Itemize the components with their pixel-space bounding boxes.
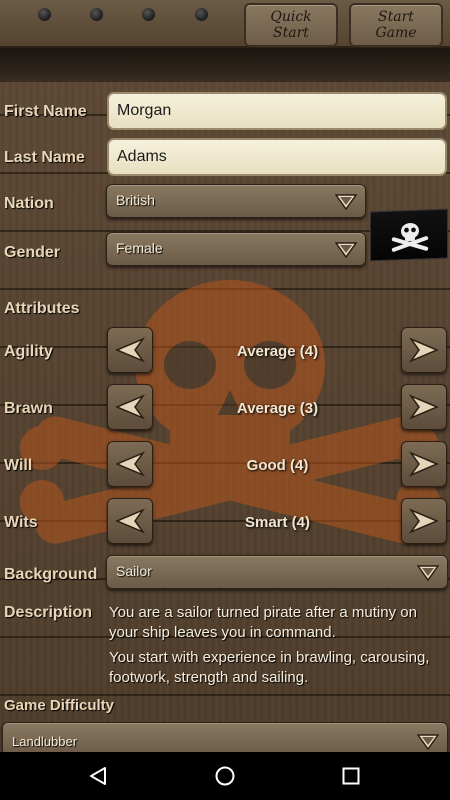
game-difficulty-label: Game Difficulty [4, 697, 115, 714]
wits-decrease-button[interactable] [107, 498, 153, 544]
attribute-value: Average (3) [236, 400, 319, 417]
left-arrow-icon [115, 451, 145, 477]
brawn-decrease-button[interactable] [107, 384, 153, 430]
left-arrow-icon [115, 394, 145, 420]
attribute-value: Good (4) [246, 457, 309, 474]
attribute-label: Agility [4, 343, 53, 360]
background-selected: Sailor [116, 563, 152, 579]
agility-increase-button[interactable] [401, 327, 447, 373]
will-increase-button[interactable] [401, 441, 447, 487]
game-difficulty-selected: Landlubber [12, 734, 78, 749]
rivet-icon [38, 8, 51, 21]
start-game-label: Start Game [375, 9, 417, 41]
rivet-icon [195, 8, 208, 21]
left-arrow-icon [115, 337, 145, 363]
last-name-field[interactable]: Adams [107, 138, 447, 176]
gender-label: Gender [4, 244, 61, 261]
nation-selected: British [116, 192, 155, 208]
game-difficulty-dropdown[interactable]: Landlubber [2, 722, 448, 752]
top-toolbar: Quick Start Start Game [0, 0, 450, 48]
start-game-button[interactable]: Start Game [349, 3, 443, 47]
rivet-icon [142, 8, 155, 21]
description-paragraph-2: You start with experience in brawling, c… [109, 649, 430, 686]
jolly-roger-flag-icon [370, 208, 448, 262]
recents-icon[interactable] [339, 764, 363, 788]
gender-selected: Female [116, 240, 163, 256]
attribute-value: Average (4) [236, 343, 319, 360]
gender-dropdown[interactable]: Female [106, 232, 366, 266]
wits-increase-button[interactable] [401, 498, 447, 544]
nation-label: Nation [4, 195, 54, 212]
last-name-label: Last Name [4, 149, 85, 166]
background-label: Background [4, 566, 98, 583]
nation-dropdown[interactable]: British [106, 184, 366, 218]
right-arrow-icon [409, 337, 439, 363]
brawn-increase-button[interactable] [401, 384, 447, 430]
dropdown-chevron-icon [335, 242, 357, 259]
right-arrow-icon [409, 451, 439, 477]
system-navigation-bar [0, 752, 450, 800]
description-label: Description [4, 604, 93, 621]
dropdown-chevron-icon [417, 565, 439, 582]
attributes-heading: Attributes [4, 300, 80, 317]
attribute-label: Wits [4, 514, 38, 531]
attribute-label: Brawn [4, 400, 53, 417]
description-paragraph-1: You are a sailor turned pirate after a m… [109, 604, 417, 641]
rivet-icon [90, 8, 103, 21]
right-arrow-icon [409, 508, 439, 534]
header-divider [0, 48, 450, 82]
attribute-label: Will [4, 457, 33, 474]
first-name-label: First Name [4, 103, 87, 120]
background-dropdown[interactable]: Sailor [106, 555, 448, 589]
attribute-value: Smart (4) [244, 514, 311, 531]
right-arrow-icon [409, 394, 439, 420]
agility-decrease-button[interactable] [107, 327, 153, 373]
left-arrow-icon [115, 508, 145, 534]
quick-start-label: Quick Start [270, 9, 312, 41]
dropdown-chevron-icon [335, 194, 357, 211]
quick-start-button[interactable]: Quick Start [244, 3, 338, 47]
character-creation-screen: Quick Start Start Game First Name Morgan… [0, 0, 450, 752]
home-icon[interactable] [213, 764, 237, 788]
back-icon[interactable] [86, 764, 110, 788]
first-name-field[interactable]: Morgan [107, 92, 447, 130]
dropdown-chevron-icon [417, 734, 439, 751]
will-decrease-button[interactable] [107, 441, 153, 487]
